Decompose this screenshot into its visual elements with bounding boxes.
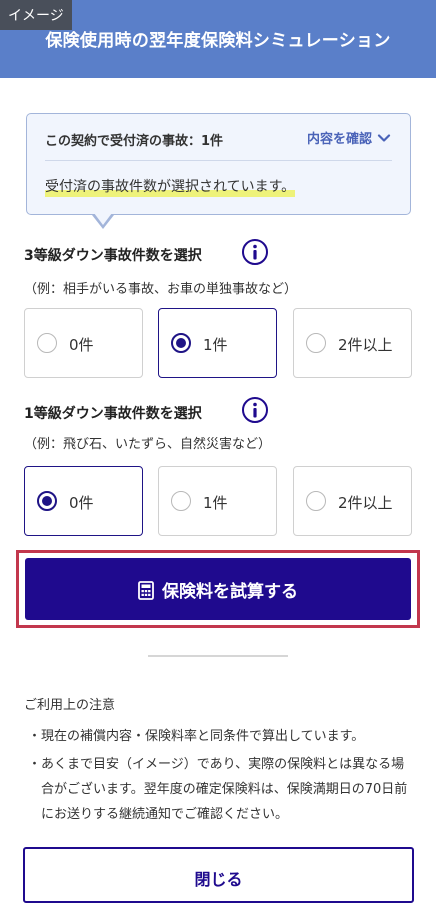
close-button-label: 閉じる [194,870,243,889]
calculator-icon [138,581,154,600]
view-details-label: 内容を確認 [306,132,372,147]
section3-option-1[interactable]: 1件 [158,308,277,378]
view-details-link[interactable]: 内容を確認 [307,128,392,147]
radio-button[interactable] [306,333,326,353]
option-label: 2件以上 [338,336,393,354]
section3-option-2[interactable]: 2件以上 [293,308,412,378]
divider [148,655,288,657]
radio-button[interactable] [306,491,326,511]
option-label: 1件 [203,336,228,354]
note-text: あくまで目安（イメージ）であり、実際の保険料とは異なる場合がございます。翌年度の… [41,757,408,822]
chevron-down-icon [377,134,391,142]
radio-button[interactable] [171,491,191,511]
note-item: ・ 現在の補償内容・保険料率と同条件で算出しています。 [24,724,414,749]
accident-info-box: この契約で受付済の事故：1件 内容を確認 受付済の事故件数が選択されています。 [26,113,411,215]
section3-subtitle: （例：相手がいる事故、お車の単独事故など） [24,282,298,297]
calc-button-label: 保険料を試算する [162,582,298,602]
info-message-text: 受付済の事故件数が選択されています。 [45,179,296,197]
section1-title: 1等級ダウン事故件数を選択 [24,406,202,422]
note-item: ・ あくまで目安（イメージ）であり、実際の保険料とは異なる場合がございます。翌年… [24,752,414,827]
option-label: 2件以上 [338,494,393,512]
radio-button-selected[interactable] [171,333,191,353]
calculate-premium-button[interactable]: 保険料を試算する [25,558,411,620]
accepted-accident-count: この契約で受付済の事故：1件 [45,134,224,149]
info-pointer-fill [94,213,112,225]
section1-option-1[interactable]: 1件 [158,466,277,536]
close-button[interactable]: 閉じる [23,847,414,903]
section1-option-2[interactable]: 2件以上 [293,466,412,536]
option-label: 1件 [203,494,228,512]
calc-button-content: 保険料を試算する [25,577,411,602]
note-text: 現在の補償内容・保険料率と同条件で算出しています。 [41,729,365,744]
section1-option-0[interactable]: 0件 [24,466,143,536]
image-badge: イメージ [0,0,72,30]
note-bullet: ・ [28,729,42,744]
info-divider [45,160,392,161]
option-label: 0件 [69,336,94,354]
info-icon[interactable] [241,396,269,424]
note-bullet: ・ [28,757,42,772]
section3-option-0[interactable]: 0件 [24,308,143,378]
radio-button[interactable] [37,333,57,353]
info-message: 受付済の事故件数が選択されています。 [45,176,296,197]
notes-title: ご利用上の注意 [24,698,116,713]
section1-subtitle: （例：飛び石、いたずら、自然災害など） [24,437,272,452]
radio-button-selected[interactable] [37,491,57,511]
option-label: 0件 [69,494,94,512]
info-icon[interactable] [241,238,269,266]
section3-title: 3等級ダウン事故件数を選択 [24,248,202,264]
